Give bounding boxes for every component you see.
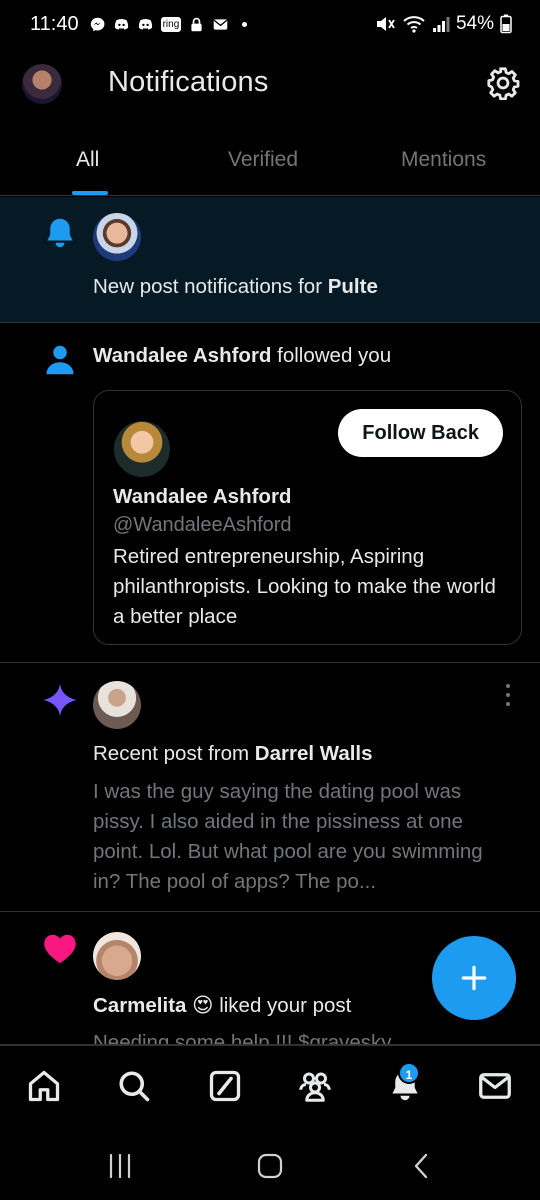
pulte-avatar[interactable] <box>93 213 141 261</box>
back-icon[interactable] <box>407 1152 437 1180</box>
post-preview[interactable]: I was the guy saying the dating pool was… <box>93 777 503 897</box>
notification-tabs: All Verified Mentions <box>0 128 540 196</box>
post-preview[interactable]: Needing some help !!! $gravesky <box>93 1028 503 1044</box>
home-button-icon[interactable] <box>255 1152 285 1180</box>
carmelita-avatar[interactable] <box>93 932 141 980</box>
more-options-icon[interactable] <box>498 684 518 706</box>
lock-icon <box>191 17 202 31</box>
account-name[interactable]: Pulte <box>328 275 378 298</box>
status-system-icons: 54% <box>374 13 512 35</box>
bottom-navigation: 1 <box>0 1045 540 1129</box>
notification-text: Recent post from Darrel Walls <box>93 742 373 765</box>
grok-icon[interactable] <box>207 1068 243 1104</box>
app-header: Notifications <box>0 48 540 120</box>
notification-item-new-post[interactable]: New post notifications for Pulte <box>0 197 540 323</box>
ring-icon: ring <box>160 16 182 32</box>
settings-gear-icon[interactable] <box>486 66 520 100</box>
bell-icon <box>47 218 73 248</box>
email-icon <box>213 18 228 30</box>
communities-icon[interactable] <box>297 1068 333 1104</box>
status-bar: 11:40 ring 54% <box>0 0 540 48</box>
status-time: 11:40 <box>30 12 79 35</box>
darrel-walls-avatar[interactable] <box>93 681 141 729</box>
home-icon[interactable] <box>26 1068 62 1104</box>
notification-item-follow[interactable]: Wandalee Ashford followed you Follow Bac… <box>0 324 540 663</box>
discord-icon-2 <box>138 18 152 30</box>
user-card[interactable]: Follow Back Wandalee Ashford @WandaleeAs… <box>93 390 522 645</box>
tab-mentions[interactable]: Mentions <box>401 148 486 172</box>
battery-icon <box>500 14 512 34</box>
user-card-bio: Retired entrepreneurship, Aspiring phila… <box>113 545 496 628</box>
dot-icon <box>242 21 248 27</box>
messenger-icon <box>90 17 105 31</box>
system-navigation-bar <box>0 1130 540 1200</box>
plus-icon <box>461 965 487 991</box>
sparkle-icon <box>43 683 77 717</box>
mail-icon[interactable] <box>477 1068 513 1104</box>
discord-icon <box>114 18 128 30</box>
compose-post-button[interactable] <box>432 936 516 1020</box>
account-name[interactable]: Carmelita 😍 <box>93 994 214 1017</box>
battery-percent: 54% <box>455 13 494 34</box>
follow-back-button[interactable]: Follow Back <box>338 409 503 457</box>
tab-all[interactable]: All <box>76 148 99 172</box>
profile-avatar[interactable] <box>22 64 62 104</box>
page-title: Notifications <box>108 66 269 98</box>
tab-verified[interactable]: Verified <box>228 148 298 172</box>
account-name[interactable]: Darrel Walls <box>255 742 373 765</box>
signal-icon <box>432 17 450 32</box>
person-icon <box>46 345 74 375</box>
notification-text: Wandalee Ashford followed you <box>93 344 392 367</box>
heart-icon <box>44 934 76 964</box>
notification-text: New post notifications for Pulte <box>93 275 378 298</box>
wifi-icon <box>403 16 425 33</box>
user-card-handle: @WandaleeAshford <box>113 514 292 536</box>
notification-count-badge: 1 <box>398 1062 420 1084</box>
active-tab-indicator <box>72 191 108 195</box>
status-notification-icons: ring <box>89 16 254 33</box>
recent-apps-icon[interactable] <box>105 1152 135 1180</box>
search-icon[interactable] <box>116 1068 152 1104</box>
notification-text: Carmelita 😍 liked your post <box>93 994 352 1017</box>
account-name[interactable]: Wandalee Ashford <box>93 344 271 367</box>
user-card-name[interactable]: Wandalee Ashford <box>113 485 291 509</box>
notification-item-recent-post[interactable]: Recent post from Darrel Walls I was the … <box>0 664 540 912</box>
user-card-avatar[interactable] <box>114 421 170 477</box>
mute-icon <box>376 17 395 31</box>
